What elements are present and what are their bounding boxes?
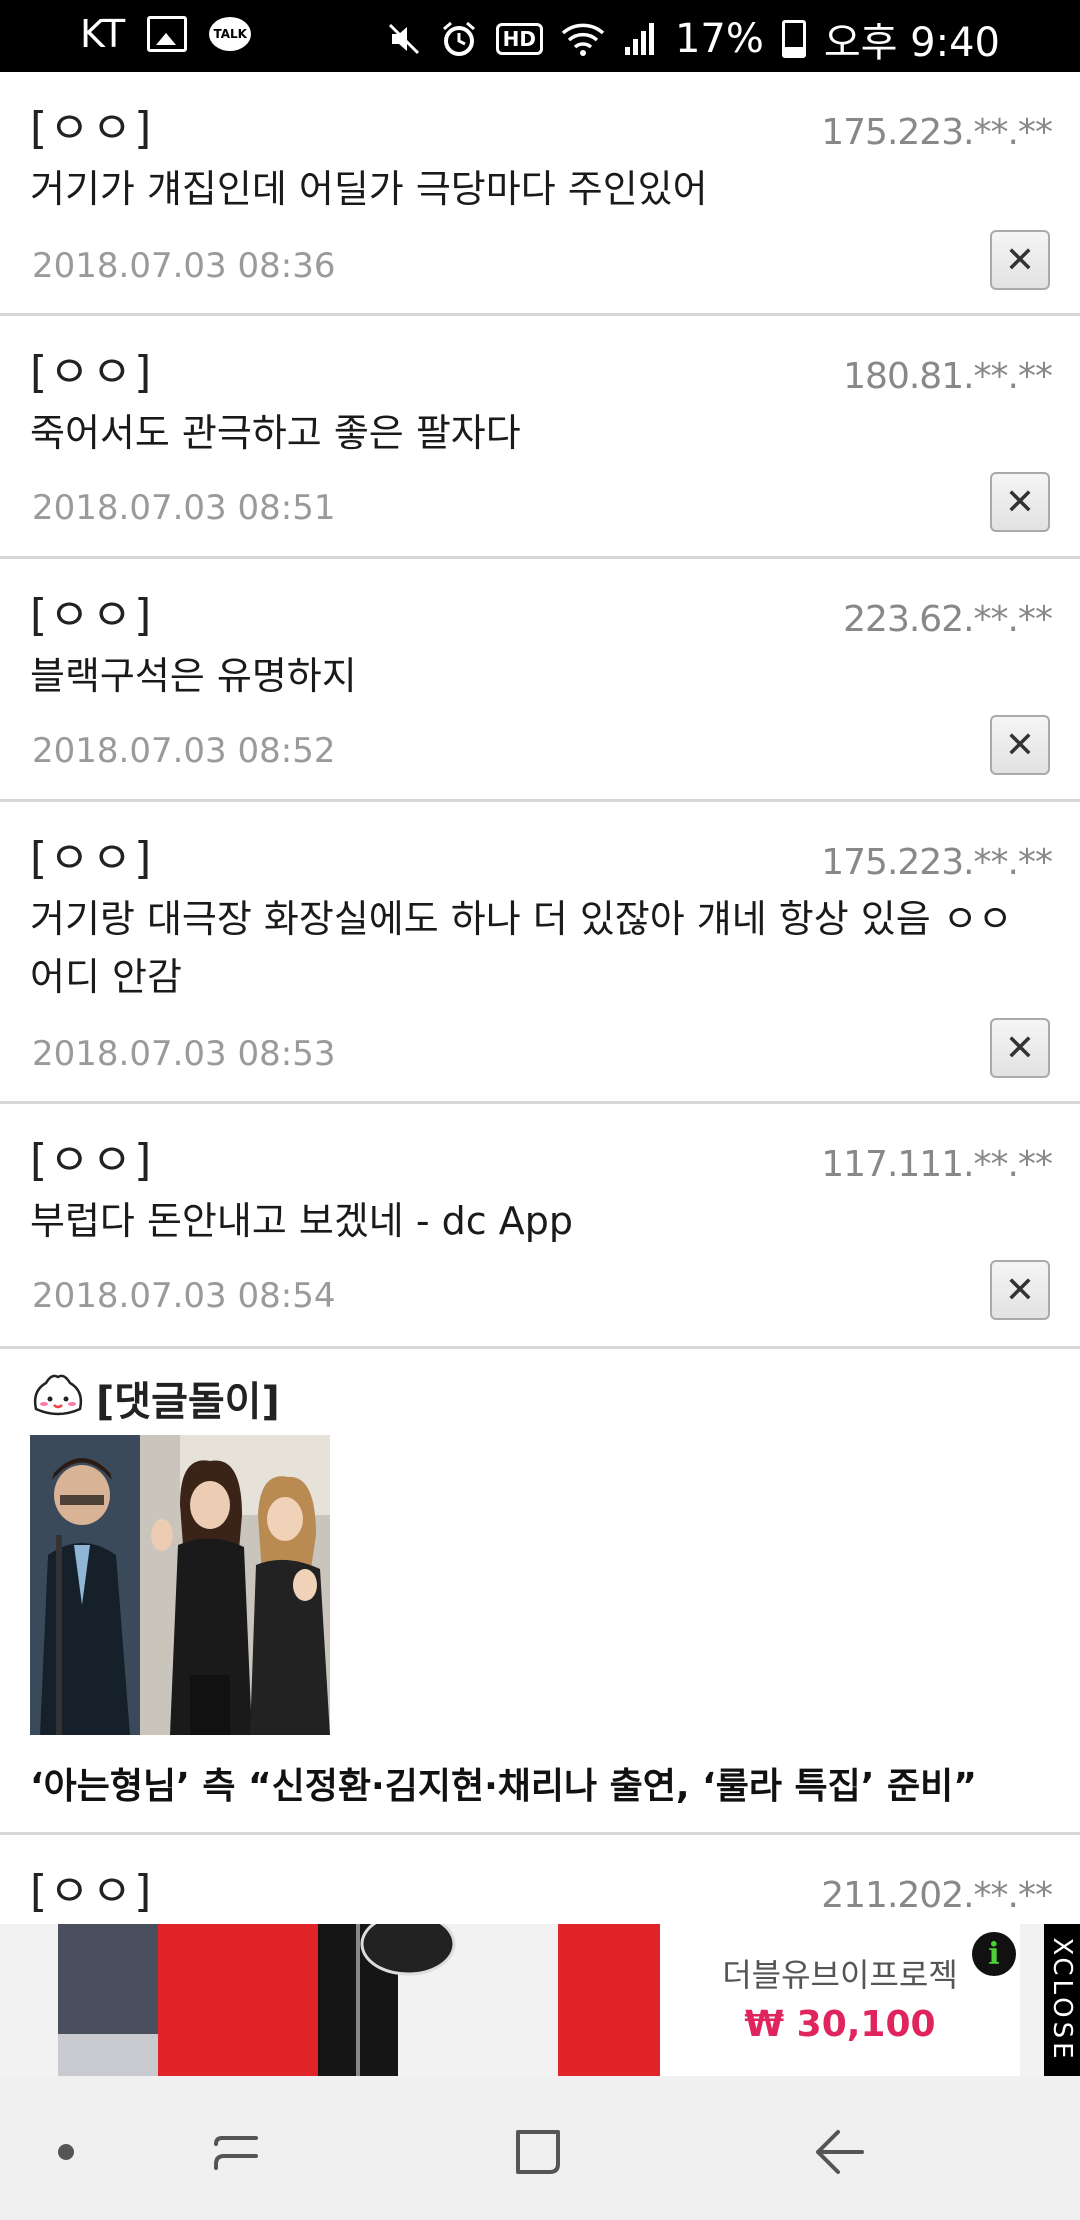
comment-ip: 180.81.**.** bbox=[843, 356, 1053, 397]
ad-info-panel[interactable]: 더블유브이프로젝 ₩ 30,100 i bbox=[660, 1924, 1020, 2076]
ad-close-label: XCLOSE bbox=[1047, 1937, 1077, 2063]
news-headline-link[interactable]: ‘아는형님’ 측 “신정환·김지현·채리나 출연, ‘룰라 특집’ 준비” bbox=[30, 1757, 977, 1809]
comment-date: 2018.07.03 08:53 bbox=[32, 1034, 336, 1074]
comment-ip: 175.223.**.** bbox=[821, 842, 1053, 883]
comment-ip: 211.202.**.** bbox=[821, 1875, 1053, 1916]
signal-icon bbox=[624, 23, 654, 55]
comment-text: 부럽다 돈안내고 보겠네 - dc App bbox=[30, 1199, 573, 1243]
comment-item: [ㅇㅇ] 117.111.**.** 부럽다 돈안내고 보겠네 - dc App… bbox=[0, 1104, 1080, 1349]
close-icon: ✕ bbox=[1004, 1027, 1036, 1069]
status-bar: KT TALK HD 17% 오후 9:40 bbox=[0, 0, 1080, 72]
home-button[interactable] bbox=[498, 2112, 578, 2192]
ad-banner[interactable]: 더블유브이프로젝 ₩ 30,100 i XCLOSE bbox=[0, 1924, 1080, 2076]
mute-icon bbox=[388, 23, 419, 55]
comment-author[interactable]: [ㅇㅇ] bbox=[30, 822, 153, 886]
clock: 오후 9:40 bbox=[823, 20, 1000, 66]
back-button[interactable] bbox=[800, 2112, 880, 2192]
comment-ip: 223.62.**.** bbox=[843, 599, 1053, 640]
comment-bot-block: [댓글돌이] ‘아는형님’ 측 “신정환·김지현·채리나 출연, ‘룰라 특집’… bbox=[0, 1349, 1080, 1835]
comment-author[interactable]: [ㅇㅇ] bbox=[30, 1124, 153, 1188]
battery-icon bbox=[781, 20, 806, 58]
comment-item: [ㅇㅇ] 175.223.**.** 거기랑 대극장 화장실에도 하나 더 있잖… bbox=[0, 802, 1080, 1104]
comment-author[interactable]: [ㅇㅇ] bbox=[30, 579, 153, 643]
delete-comment-button[interactable]: ✕ bbox=[990, 1018, 1050, 1078]
home-icon bbox=[516, 2130, 560, 2174]
comment-text: 죽어서도 관극하고 좋은 팔자다 bbox=[30, 411, 521, 455]
comment-ip: 117.111.**.** bbox=[821, 1144, 1053, 1185]
comment-ip: 175.223.**.** bbox=[821, 112, 1053, 153]
comment-date: 2018.07.03 08:54 bbox=[32, 1276, 336, 1316]
image-icon bbox=[147, 16, 188, 52]
comment-item: [ㅇㅇ] 180.81.**.** 죽어서도 관극하고 좋은 팔자다 2018.… bbox=[0, 316, 1080, 559]
comment-bot-label: [댓글돌이] bbox=[96, 1379, 280, 1425]
comment-author[interactable]: [ㅇㅇ] bbox=[30, 92, 153, 156]
carrier-label: KT bbox=[80, 12, 126, 56]
recent-apps-dot-icon bbox=[58, 2144, 74, 2160]
alarm-icon bbox=[442, 21, 475, 56]
close-icon: ✕ bbox=[1004, 724, 1036, 766]
comment-author[interactable]: [ㅇㅇ] bbox=[30, 336, 153, 400]
ad-product-image[interactable] bbox=[58, 1924, 660, 2076]
recents-button[interactable] bbox=[196, 2112, 276, 2192]
navigation-bar bbox=[0, 2076, 1080, 2220]
ad-brand: 더블유브이프로젝 bbox=[722, 1956, 958, 1994]
ad-info-button[interactable]: i bbox=[972, 1932, 1016, 1976]
kakaotalk-icon: TALK bbox=[209, 17, 252, 51]
dumpling-bot-icon bbox=[33, 1374, 83, 1416]
close-icon: ✕ bbox=[1004, 239, 1036, 281]
comment-text: 블랙구석은 유명하지 bbox=[30, 654, 357, 698]
news-thumbnail[interactable] bbox=[30, 1435, 330, 1735]
battery-percent: 17% bbox=[674, 16, 764, 62]
comment-item: [ㅇㅇ] 211.202.**.** bbox=[0, 1835, 1080, 1924]
comment-date: 2018.07.03 08:51 bbox=[32, 488, 336, 528]
comment-author[interactable]: [ㅇㅇ] bbox=[30, 1855, 153, 1919]
close-icon: ✕ bbox=[1004, 1269, 1036, 1311]
comment-item: [ㅇㅇ] 175.223.**.** 거기가 걔집인데 어딜가 극당마다 주인있… bbox=[0, 72, 1080, 316]
delete-comment-button[interactable]: ✕ bbox=[990, 715, 1050, 775]
back-icon bbox=[816, 2130, 864, 2174]
close-icon: ✕ bbox=[1004, 481, 1036, 523]
info-icon: i bbox=[988, 1936, 1000, 1972]
comment-text: 거기랑 대극장 화장실에도 하나 더 있잖아 걔네 항상 있음 ㅇㅇ 어디 안감 bbox=[30, 897, 1013, 999]
wifi-icon bbox=[561, 23, 605, 56]
delete-comment-button[interactable]: ✕ bbox=[990, 230, 1050, 290]
comment-item: [ㅇㅇ] 223.62.**.** 블랙구석은 유명하지 2018.07.03 … bbox=[0, 559, 1080, 802]
comment-date: 2018.07.03 08:52 bbox=[32, 731, 336, 771]
delete-comment-button[interactable]: ✕ bbox=[990, 472, 1050, 532]
ad-close-button[interactable]: XCLOSE bbox=[1044, 1924, 1080, 2076]
comment-text: 거기가 걔집인데 어딜가 극당마다 주인있어 bbox=[30, 167, 708, 211]
comment-date: 2018.07.03 08:36 bbox=[32, 246, 336, 286]
comment-list: [ㅇㅇ] 175.223.**.** 거기가 걔집인데 어딜가 극당마다 주인있… bbox=[0, 72, 1080, 1349]
recents-icon bbox=[214, 2136, 258, 2170]
nav-dot-button[interactable] bbox=[26, 2112, 106, 2192]
ad-price: ₩ 30,100 bbox=[744, 2004, 936, 2045]
hd-icon: HD bbox=[495, 23, 543, 55]
delete-comment-button[interactable]: ✕ bbox=[990, 1260, 1050, 1320]
